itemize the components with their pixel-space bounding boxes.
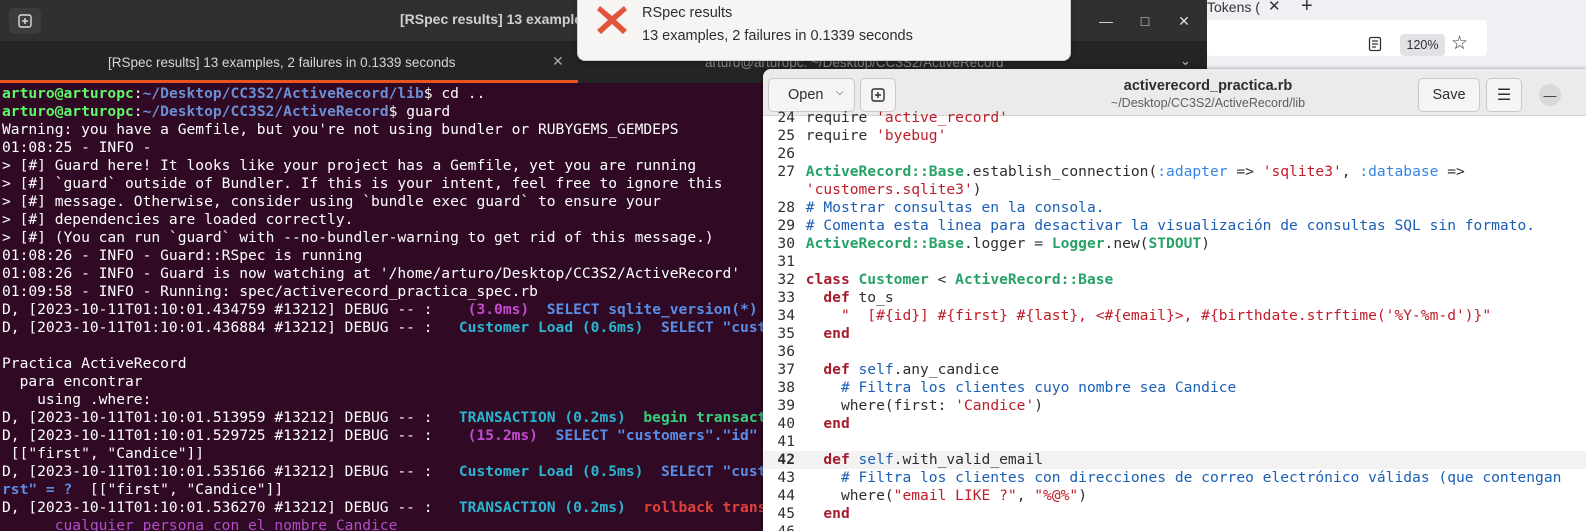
terminal-line: D, [2023-10-11T01:10:01.434759 #13212] D… <box>2 301 758 318</box>
save-button[interactable]: Save <box>1418 78 1480 112</box>
code-line: 41 <box>777 433 795 450</box>
url-bar[interactable] <box>1207 20 1487 56</box>
code-line: 26 <box>777 145 795 162</box>
zoom-level-button[interactable]: 120% <box>1400 34 1445 56</box>
tab-close-icon[interactable]: ✕ <box>552 53 564 70</box>
code-line: 35 end <box>777 325 850 342</box>
terminal-line: arturo@arturopc:~/Desktop/CC3S2/ActiveRe… <box>2 85 486 102</box>
tabs-menu-chevron-icon[interactable]: ⌄ <box>1180 53 1191 69</box>
terminal-line: > [#] dependencies are loaded correctly. <box>2 211 354 228</box>
terminal-line: D, [2023-10-11T01:10:01.513959 #13212] D… <box>2 409 766 426</box>
code-line: 34 " [#{id}] #{first} #{last}, <#{email}… <box>777 307 1492 324</box>
minimize-button[interactable]: — <box>1539 84 1561 106</box>
terminal-line: Practica ActiveRecord <box>2 355 187 372</box>
hamburger-icon: ☰ <box>1496 87 1512 104</box>
notification-banner[interactable]: RSpec results 13 examples, 2 failures in… <box>577 0 1071 61</box>
terminal-line: 01:08:25 - INFO - <box>2 139 152 156</box>
tab-label: [RSpec results] 13 examples, 2 failures … <box>108 55 456 70</box>
terminal-line: D, [2023-10-11T01:10:01.436884 #13212] D… <box>2 319 766 336</box>
code-line: 27 ActiveRecord::Base.establish_connecti… <box>777 163 1465 180</box>
maximize-icon: □ <box>1140 13 1150 29</box>
reader-view-icon[interactable] <box>1367 36 1383 52</box>
minimize-icon: — <box>1099 13 1113 29</box>
code-line: 38 # Filtra los clientes cuyo nombre sea… <box>777 379 1237 396</box>
code-line: 39 where(first: 'Candice') <box>777 397 1044 414</box>
code-line: 32 class Customer < ActiveRecord::Base <box>777 271 1114 288</box>
notification-body: 13 examples, 2 failures in 0.1339 second… <box>642 28 913 44</box>
text-editor-window: Open ⌵ activerecord_practica.rb ~/Desktop… <box>763 69 1586 531</box>
bookmark-star-icon[interactable]: ☆ <box>1451 32 1468 55</box>
browser-tab-close-icon[interactable]: ✕ <box>1268 0 1281 15</box>
terminal-line: [["first", "Candice"]] <box>2 445 205 462</box>
code-line-current: 42 def self.with_valid_email <box>763 451 1586 469</box>
code-line: 36 <box>777 343 795 360</box>
code-line: 'customers.sqlite3') <box>805 181 982 198</box>
code-line: 44 where("email LIKE ?", "%@%") <box>777 487 1087 504</box>
browser-new-tab-icon[interactable]: + <box>1301 0 1313 18</box>
new-tab-icon <box>18 14 32 28</box>
terminal-line: D, [2023-10-11T01:10:01.529725 #13212] D… <box>2 427 758 444</box>
terminal-line: Warning: you have a Gemfile, but you're … <box>2 121 679 138</box>
code-line: 45 end <box>777 505 850 522</box>
terminal-line: D, [2023-10-11T01:10:01.535166 #13212] D… <box>2 463 766 480</box>
code-line: 37 def self.any_candice <box>777 361 1000 378</box>
main-menu-button[interactable]: ☰ <box>1486 78 1522 112</box>
browser-window: Tokens ( ✕ + 120% ☆ <box>1207 0 1586 72</box>
code-line: 46 <box>763 523 1586 531</box>
terminal-line: rst" = ? [["first", "Candice"]] <box>2 481 284 498</box>
code-editor[interactable]: 24 require 'active_record' 25 require 'b… <box>763 109 1586 531</box>
terminal-line: > [#] (You can run `guard` with --no-bun… <box>2 229 714 246</box>
code-line: 43 # Filtra los clientes con direcciones… <box>777 469 1562 486</box>
maximize-button[interactable]: □ <box>1132 8 1158 34</box>
code-line: 28 # Mostrar consultas en la consola. <box>777 199 1105 216</box>
code-line: 24 require 'active_record' <box>777 109 1008 126</box>
browser-tab-label[interactable]: Tokens ( <box>1207 0 1260 15</box>
code-line: 31 <box>777 253 795 270</box>
minimize-button[interactable]: — <box>1093 8 1119 34</box>
code-line: 33 def to_s <box>777 289 894 306</box>
error-x-icon <box>597 6 627 34</box>
terminal-line: arturo@arturopc:~/Desktop/CC3S2/ActiveRe… <box>2 103 451 120</box>
code-line: 40 end <box>777 415 850 432</box>
code-line: 29 # Comenta esta linea para desactivar … <box>777 217 1536 234</box>
terminal-line: > [#] message. Otherwise, consider using… <box>2 193 661 210</box>
tab-rspec-results[interactable]: [RSpec results] 13 examples, 2 failures … <box>0 41 578 83</box>
terminal-line: > [#] `guard` outside of Bundler. If thi… <box>2 175 723 192</box>
terminal-output[interactable]: arturo@arturopc:~/Desktop/CC3S2/ActiveRe… <box>0 83 766 531</box>
terminal-line: 01:09:58 - INFO - Running: spec/activere… <box>2 283 538 300</box>
close-button[interactable]: ✕ <box>1171 8 1197 34</box>
code-line: 30 ActiveRecord::Base.logger = Logger.ne… <box>777 235 1210 252</box>
terminal-line: cualquier persona con el nombre Candice <box>2 517 398 531</box>
close-icon: ✕ <box>1178 12 1190 29</box>
terminal-line: D, [2023-10-11T01:10:01.536270 #13212] D… <box>2 499 766 516</box>
notification-title: RSpec results <box>642 5 733 21</box>
terminal-line: 01:08:26 - INFO - Guard is now watching … <box>2 265 741 282</box>
new-tab-button[interactable] <box>9 8 41 34</box>
terminal-line: 01:08:26 - INFO - Guard::RSpec is runnin… <box>2 247 363 264</box>
minimize-icon: — <box>1543 87 1557 103</box>
terminal-line: > [#] Guard here! It looks like your pro… <box>2 157 697 174</box>
code-line: 25 require 'byebug' <box>777 127 947 144</box>
terminal-line: para encontrar <box>2 373 143 390</box>
terminal-line: using .where: <box>2 391 152 408</box>
